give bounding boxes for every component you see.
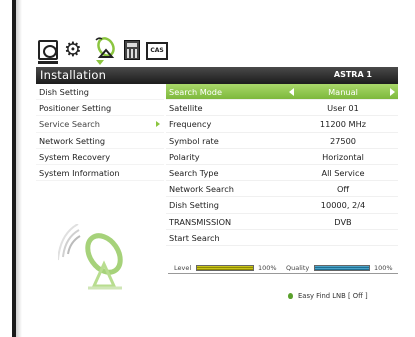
satellite-dish-illustration <box>57 223 138 296</box>
setting-label: TRANSMISSION <box>169 216 232 227</box>
setting-row-network-search[interactable]: Network Search Off <box>166 181 398 198</box>
setting-row-polarity[interactable]: Polarity Horizontal <box>166 149 398 165</box>
section-header: Installation ASTRA 1 <box>36 67 398 84</box>
satellite-name: ASTRA 1 <box>333 70 372 79</box>
setting-label: Search Mode <box>169 87 223 97</box>
tv-icon[interactable] <box>38 40 58 64</box>
setting-value: Off <box>336 184 350 195</box>
selected-icon-indicator <box>96 60 104 65</box>
installation-menu: Dish Setting Positioner Setting Service … <box>36 84 164 182</box>
dish-graphic <box>57 223 123 290</box>
right-arrow-icon[interactable] <box>390 88 395 96</box>
screen: ⚙ CAS Installation ASTRA 1 Dish Setting … <box>0 0 415 337</box>
setting-value: DVB <box>334 216 352 227</box>
menu-item-system-information[interactable]: System Information <box>36 165 164 182</box>
menu-item-label: System Information <box>39 167 120 178</box>
left-shadow <box>16 0 22 337</box>
setting-label: Dish Setting <box>169 200 219 211</box>
setting-label: Start Search <box>169 232 220 243</box>
menu-item-label: System Recovery <box>39 151 111 162</box>
quality-value: 100% <box>374 264 393 272</box>
main-menu-icons: ⚙ CAS <box>38 34 168 64</box>
setting-label: Satellite <box>169 103 203 114</box>
quality-meter: Quality 100% <box>284 262 398 274</box>
setting-label: Polarity <box>169 151 200 162</box>
setting-row-satellite[interactable]: Satellite User 01 <box>166 100 398 117</box>
level-value: 100% <box>258 264 277 272</box>
menu-item-service-search[interactable]: Service Search <box>36 116 164 133</box>
signal-meters: Level 100% Quality 100% <box>168 262 398 274</box>
quality-label: Quality <box>286 264 310 272</box>
gears-icon[interactable]: ⚙ <box>64 38 88 60</box>
setting-value: Horizontal <box>322 151 364 162</box>
setting-row-search-type[interactable]: Search Type All Service <box>166 165 398 182</box>
level-label: Level <box>174 264 192 272</box>
green-key-icon <box>288 293 293 299</box>
active-arrow-icon <box>156 121 160 128</box>
satellite-dish-graphic <box>95 37 115 58</box>
setting-value: 10000, 2/4 <box>320 200 366 211</box>
menu-item-network-setting[interactable]: Network Setting <box>36 133 164 149</box>
cas-card-icon[interactable]: CAS <box>146 42 168 60</box>
page-title: Installation <box>40 68 107 82</box>
setting-row-symbol-rate[interactable]: Symbol rate 27500 <box>166 133 398 149</box>
menu-item-positioner-setting[interactable]: Positioner Setting <box>36 100 164 117</box>
hint-text: Easy Find LNB [ Off ] <box>298 292 368 300</box>
menu-item-label: Dish Setting <box>39 87 89 97</box>
setting-value: 11200 MHz <box>319 119 367 130</box>
setting-value: Manual <box>328 87 358 97</box>
setting-value: User 01 <box>327 103 359 114</box>
setting-label: Search Type <box>169 167 219 178</box>
setting-label: Frequency <box>169 119 212 130</box>
menu-item-system-recovery[interactable]: System Recovery <box>36 149 164 165</box>
setting-value: All Service <box>321 167 365 178</box>
setting-row-dish-setting[interactable]: Dish Setting 10000, 2/4 <box>166 197 398 214</box>
level-meter: Level 100% <box>168 262 284 274</box>
satellite-dish-icon[interactable] <box>94 36 118 60</box>
menu-item-label: Positioner Setting <box>39 103 112 114</box>
quality-bar <box>314 265 370 271</box>
setting-row-search-mode[interactable]: Search Mode Manual <box>166 84 398 101</box>
level-bar <box>196 265 254 271</box>
start-search-button[interactable]: Start Search <box>166 230 398 246</box>
menu-item-dish-setting[interactable]: Dish Setting <box>36 84 164 101</box>
menu-item-label: Network Setting <box>39 135 106 146</box>
setting-value: 27500 <box>329 135 357 146</box>
setting-label: Network Search <box>169 184 234 195</box>
setting-label: Symbol rate <box>169 135 219 146</box>
service-search-settings: Search Mode Manual Satellite User 01 Fre… <box>166 84 398 246</box>
menu-item-label: Service Search <box>39 119 100 130</box>
calculator-icon[interactable] <box>124 40 140 60</box>
setting-row-frequency[interactable]: Frequency 11200 MHz <box>166 116 398 133</box>
setting-row-transmission[interactable]: TRANSMISSION DVB <box>166 214 398 230</box>
